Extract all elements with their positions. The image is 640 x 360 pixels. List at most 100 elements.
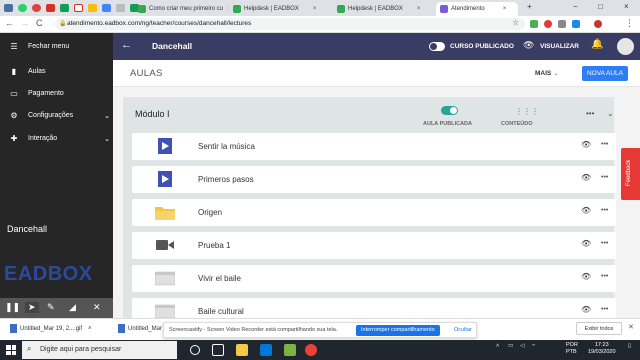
chrome-icon[interactable]: [305, 344, 317, 356]
close-icon[interactable]: ✕: [93, 302, 101, 313]
page-icon: [155, 271, 175, 286]
screencastify-icon[interactable]: [544, 20, 552, 28]
search-placeholder: Digite aqui para pesquisar: [40, 346, 122, 353]
course-published-toggle[interactable]: [429, 42, 445, 51]
wifi-icon[interactable]: ⌔: [531, 343, 536, 350]
eye-icon[interactable]: 👁: [581, 305, 591, 314]
tab-favicon: [337, 5, 345, 13]
close-window-icon[interactable]: ×: [624, 2, 629, 11]
eye-icon[interactable]: 👁: [581, 140, 591, 149]
chevron-up-icon[interactable]: ˄: [88, 326, 92, 332]
chevron-down-icon[interactable]: ⌄: [607, 109, 614, 118]
lesson-row[interactable]: Sentir la música 👁 •••: [132, 133, 616, 160]
sidebar-close-menu[interactable]: ☰ Fechar menu: [8, 42, 110, 51]
loading-tab-icon[interactable]: [116, 4, 125, 12]
tab-helpdesk-2[interactable]: Helpdesk | EADBOX ×: [337, 2, 429, 16]
more-options-icon[interactable]: •••: [601, 306, 608, 313]
tab-helpdesk-1[interactable]: Helpdesk | EADBOX ×: [233, 2, 325, 16]
eye-icon[interactable]: 👁: [523, 40, 534, 51]
stop-sharing-button[interactable]: Interromper compartilhamento: [356, 325, 440, 336]
chevron-up-icon[interactable]: ˄: [496, 343, 499, 349]
clock[interactable]: 17:23 19/03/2020: [588, 342, 616, 356]
whatsapp-tab-icon[interactable]: [18, 4, 27, 12]
forward-icon[interactable]: →: [20, 18, 29, 28]
view-button[interactable]: VISUALIZAR: [540, 43, 579, 50]
extension-icon[interactable]: [530, 20, 538, 28]
extension-icon[interactable]: [572, 20, 580, 28]
sidebar-item-label: Configurações: [28, 112, 74, 119]
star-icon[interactable]: ☆: [512, 18, 519, 27]
url-field[interactable]: 🔒 atendimento.eadbox.com/ng/teacher/cour…: [55, 18, 525, 30]
bell-icon[interactable]: 🔔: [591, 39, 603, 50]
windows-start-icon[interactable]: [6, 345, 16, 355]
app-tab-icon[interactable]: [46, 4, 55, 12]
docs-tab-icon[interactable]: [102, 4, 111, 12]
more-options-icon[interactable]: •••: [601, 174, 608, 181]
language-indicator[interactable]: POR PTB: [566, 342, 578, 356]
task-view-icon[interactable]: [212, 344, 224, 356]
more-options-icon[interactable]: •••: [601, 141, 608, 148]
tab-favicon: [138, 5, 146, 13]
profile-icon[interactable]: [594, 20, 602, 28]
taskbar-search[interactable]: ⌕ Digite aqui para pesquisar: [22, 341, 177, 359]
maximize-icon[interactable]: □: [598, 2, 603, 11]
file-explorer-icon[interactable]: [236, 344, 248, 356]
lesson-published-toggle[interactable]: [441, 106, 458, 115]
minimize-icon[interactable]: −: [573, 2, 578, 11]
app-icon[interactable]: [284, 344, 296, 356]
cursor-icon[interactable]: ➤: [25, 302, 39, 313]
lesson-row[interactable]: Primeros pasos 👁 •••: [132, 166, 616, 193]
pinned-tab-icon[interactable]: [4, 4, 13, 12]
record-tab-icon[interactable]: [32, 4, 41, 12]
sheets-tab-icon[interactable]: [60, 4, 69, 12]
tab-close-icon[interactable]: ×: [417, 6, 421, 12]
drive-tab-icon[interactable]: [88, 4, 97, 12]
lesson-row[interactable]: Vivir el baile 👁 •••: [132, 265, 616, 292]
volume-icon[interactable]: ◁: [520, 343, 524, 349]
hide-button[interactable]: Ocultar: [454, 327, 472, 333]
reload-icon[interactable]: C: [36, 18, 43, 28]
tab-como-criar[interactable]: Como criar meu primeiro cu ×: [138, 2, 228, 16]
sidebar-item-configuracoes[interactable]: ⚙ Configurações ⌄: [8, 111, 110, 120]
back-arrow-icon[interactable]: ←: [121, 39, 132, 51]
new-lesson-button[interactable]: NOVA AULA: [582, 66, 628, 81]
notifications-icon[interactable]: ▯: [628, 343, 631, 349]
tab-close-icon[interactable]: ×: [313, 6, 317, 12]
pause-icon[interactable]: ❚❚: [5, 302, 20, 313]
lesson-row[interactable]: Baile cultural 👁 •••: [132, 298, 616, 318]
tab-close-icon[interactable]: ×: [503, 6, 507, 12]
lesson-row[interactable]: Prueba 1 👁 •••: [132, 232, 616, 259]
tab-atendimento[interactable]: Atendimento ×: [436, 2, 518, 16]
eraser-icon[interactable]: ◢: [69, 302, 76, 313]
more-options-icon[interactable]: •••: [601, 240, 608, 247]
store-icon[interactable]: [260, 344, 272, 356]
more-label: MAIS: [535, 70, 552, 77]
sidebar-item-pagamento[interactable]: ▭ Pagamento: [8, 89, 110, 98]
avatar[interactable]: [617, 38, 634, 55]
download-item[interactable]: Untitled_Mar 19, 2....gif ˄: [10, 324, 92, 333]
eye-icon[interactable]: 👁: [581, 173, 591, 182]
show-all-button[interactable]: Exibir todos: [576, 322, 622, 335]
more-options-icon[interactable]: •••: [586, 109, 594, 118]
feedback-tab[interactable]: Feedback: [621, 148, 640, 200]
browser-menu-icon[interactable]: ⋮: [625, 18, 634, 29]
eye-icon[interactable]: 👁: [581, 206, 591, 215]
lesson-row[interactable]: Origen 👁 •••: [132, 199, 616, 226]
new-tab-icon[interactable]: +: [527, 2, 532, 11]
more-dropdown[interactable]: MAIS ⌄: [535, 69, 559, 77]
tab-close-icon[interactable]: ×: [227, 6, 228, 12]
eye-icon[interactable]: 👁: [581, 272, 591, 281]
pen-icon[interactable]: ✎: [47, 302, 55, 313]
more-options-icon[interactable]: •••: [601, 273, 608, 280]
extension-icon[interactable]: [558, 20, 566, 28]
network-icon[interactable]: ▭: [508, 343, 513, 349]
back-icon[interactable]: ←: [5, 18, 14, 28]
grid-icon[interactable]: ⋮⋮⋮: [515, 107, 539, 116]
sidebar-item-interacao[interactable]: ✚ Interação ⌄: [8, 134, 110, 143]
eye-icon[interactable]: 👁: [581, 239, 591, 248]
close-icon[interactable]: ✕: [628, 323, 634, 331]
sidebar-item-aulas[interactable]: ▮ Aulas: [8, 67, 110, 76]
gmail-tab-icon[interactable]: [74, 4, 83, 12]
cortana-icon[interactable]: [190, 345, 200, 355]
more-options-icon[interactable]: •••: [601, 207, 608, 214]
